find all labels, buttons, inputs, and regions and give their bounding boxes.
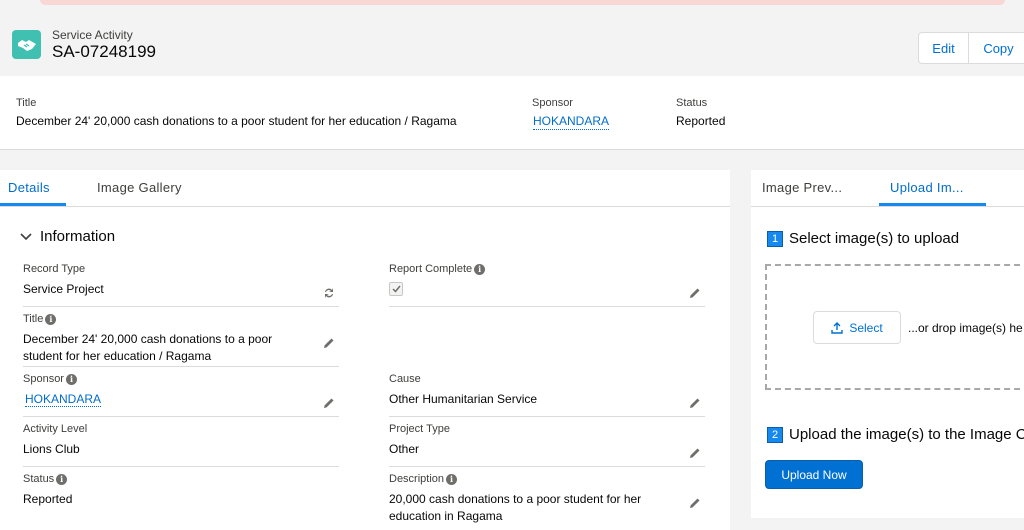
info-icon[interactable]: i <box>45 313 57 325</box>
object-label: Service Activity <box>52 28 133 42</box>
field-label: Status <box>23 473 55 485</box>
field-value: Service Project <box>23 282 104 296</box>
handshake-icon <box>12 30 41 59</box>
field-label: Title <box>23 313 44 325</box>
pencil-icon[interactable] <box>689 397 701 409</box>
copy-button[interactable]: Copy <box>969 32 1024 64</box>
field-description: Description i 20,000 cash donations to a … <box>389 473 705 530</box>
tab-image-preview[interactable]: Image Prev... <box>762 180 842 195</box>
image-panel: Image Prev... Upload Im... 1 Select imag… <box>751 170 1024 518</box>
check-icon <box>391 285 401 293</box>
step-text: Upload the image(s) to the Image C <box>789 426 1024 443</box>
field-record-type: Record Type Service Project <box>23 263 339 307</box>
field-value-line: 20,000 cash donations to a poor student … <box>389 492 642 506</box>
highlight-sponsor-label: Sponsor <box>532 97 573 109</box>
section-title: Information <box>40 228 116 245</box>
field-label: Record Type <box>23 263 86 275</box>
tab-details[interactable]: Details <box>8 180 50 195</box>
chevron-down-icon <box>20 232 32 240</box>
image-tabs: Image Prev... Upload Im... <box>751 170 1024 207</box>
highlight-title-label: Title <box>16 97 37 109</box>
info-icon[interactable]: i <box>65 373 77 385</box>
info-icon[interactable]: i <box>446 473 458 485</box>
field-label: Description <box>389 473 445 485</box>
field-cause: Cause Other Humanitarian Service <box>389 373 705 417</box>
record-header: Service Activity SA-07248199 Edit Copy <box>0 8 1024 76</box>
pencil-icon[interactable] <box>323 337 335 349</box>
highlights-panel: Title December 24' 20,000 cash donations… <box>0 76 1024 150</box>
change-record-type-icon[interactable] <box>323 287 335 299</box>
record-name: SA-07248199 <box>52 42 156 61</box>
field-project-type: Project Type Other <box>389 423 705 467</box>
image-drop-zone[interactable]: Select ...or drop image(s) he <box>765 264 1024 390</box>
field-value-line: education in Ragama <box>389 509 503 523</box>
field-activity-level: Activity Level Lions Club <box>23 423 339 467</box>
highlight-title-value: December 24' 20,000 cash donations to a … <box>16 114 457 128</box>
field-value: Reported <box>23 492 73 506</box>
field-sponsor: Sponsor i HOKANDARA <box>23 373 339 417</box>
select-images-button[interactable]: Select <box>813 311 901 344</box>
step-number: 1 <box>767 230 783 247</box>
active-tab-indicator <box>0 203 66 206</box>
upload-icon <box>831 321 844 334</box>
step-text: Select image(s) to upload <box>789 230 960 247</box>
edit-button[interactable]: Edit <box>918 32 969 64</box>
pencil-icon[interactable] <box>689 447 701 459</box>
info-icon[interactable]: i <box>56 473 68 485</box>
select-label: Select <box>849 320 883 335</box>
pencil-icon[interactable] <box>689 497 701 509</box>
detail-tabs: Details Image Gallery <box>0 170 730 207</box>
pencil-icon[interactable] <box>323 397 335 409</box>
field-label: Report Complete <box>389 263 473 275</box>
field-title: Title i December 24' 20,000 cash donation… <box>23 313 339 367</box>
top-alert-strip <box>0 0 1024 8</box>
upload-step-1: 1 Select image(s) to upload <box>767 230 959 247</box>
field-label: Cause <box>389 373 421 385</box>
pencil-icon[interactable] <box>689 287 701 299</box>
report-complete-checkbox <box>389 282 403 296</box>
tab-upload-images[interactable]: Upload Im... <box>890 180 964 195</box>
field-status: Status i Reported <box>23 473 339 530</box>
upload-now-button[interactable]: Upload Now <box>765 460 863 489</box>
header-actions: Edit Copy <box>918 32 1024 64</box>
highlight-status-label: Status <box>676 97 708 109</box>
upload-step-2: 2 Upload the image(s) to the Image C <box>767 426 1024 443</box>
details-panel: Details Image Gallery Information Record… <box>0 170 730 530</box>
active-tab-indicator <box>879 203 986 206</box>
field-label: Sponsor <box>23 373 64 385</box>
field-value-line: December 24' 20,000 cash donations to a … <box>23 332 273 346</box>
step-number: 2 <box>767 426 783 443</box>
info-icon[interactable]: i <box>474 263 486 275</box>
section-information-toggle[interactable]: Information <box>20 228 115 245</box>
highlight-status-value: Reported <box>676 114 726 128</box>
field-value: Other <box>389 442 420 456</box>
field-value: Lions Club <box>23 442 80 456</box>
field-label: Activity Level <box>23 423 88 435</box>
sponsor-link[interactable]: HOKANDARA <box>25 392 102 407</box>
field-value-line: student for her education / Ragama <box>23 349 212 363</box>
tab-image-gallery[interactable]: Image Gallery <box>97 180 182 195</box>
field-report-complete: Report Complete i <box>389 263 705 307</box>
field-label: Project Type <box>389 423 450 435</box>
drop-hint: ...or drop image(s) he <box>908 321 1023 335</box>
highlight-sponsor-link[interactable]: HOKANDARA <box>533 114 610 130</box>
field-value: Other Humanitarian Service <box>389 392 538 406</box>
